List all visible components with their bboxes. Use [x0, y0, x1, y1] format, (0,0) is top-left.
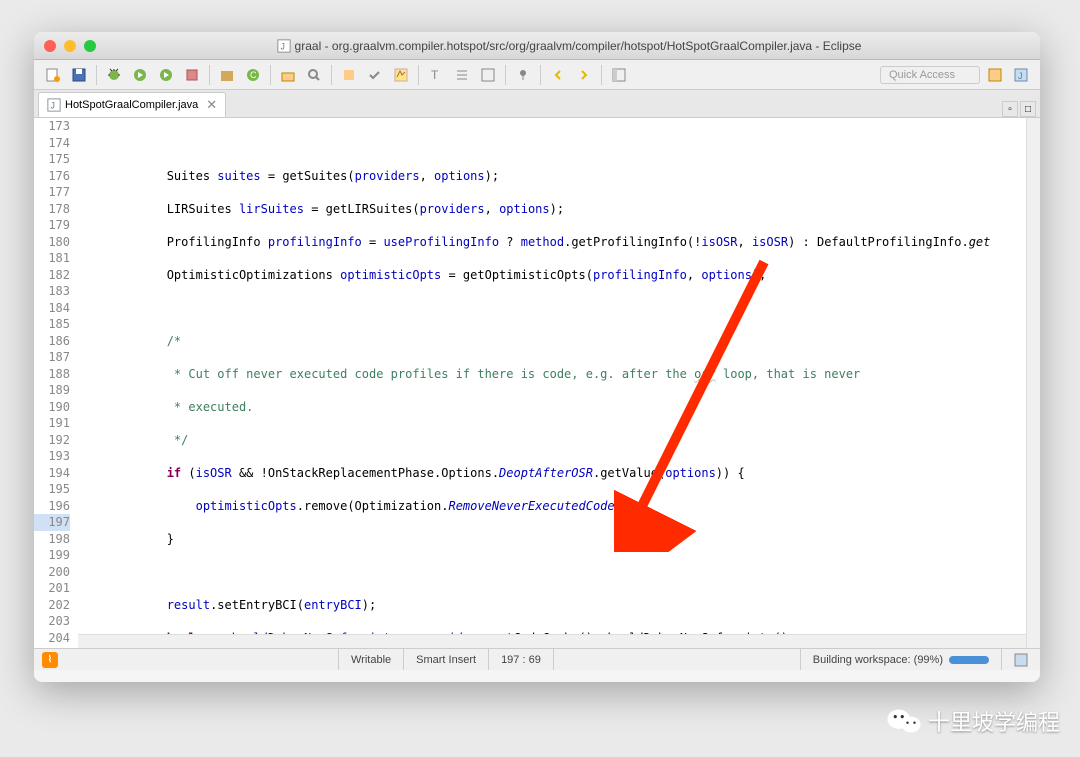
- save-button[interactable]: [68, 64, 90, 86]
- status-icon[interactable]: [1001, 649, 1040, 670]
- annotation-button[interactable]: [364, 64, 386, 86]
- perspective-button[interactable]: [608, 64, 630, 86]
- minimize-window-button[interactable]: [64, 40, 76, 52]
- minimize-view-button[interactable]: ▫: [1002, 101, 1018, 117]
- status-cursor-position: 197 : 69: [488, 649, 553, 670]
- coverage-button[interactable]: [155, 64, 177, 86]
- back-button[interactable]: [547, 64, 569, 86]
- ext-tools-button[interactable]: [181, 64, 203, 86]
- window-title-text: graal - org.graalvm.compiler.hotspot/src…: [295, 39, 862, 53]
- horizontal-scrollbar[interactable]: [78, 634, 1026, 648]
- svg-text:J: J: [280, 41, 284, 51]
- progress-bar: [949, 656, 989, 664]
- pin-button[interactable]: [512, 64, 534, 86]
- toggle-mark-button[interactable]: [338, 64, 360, 86]
- run-button[interactable]: [129, 64, 151, 86]
- window-title: J graal - org.graalvm.compiler.hotspot/s…: [108, 39, 1030, 53]
- maximize-view-button[interactable]: □: [1020, 101, 1036, 117]
- wechat-icon: [886, 707, 922, 735]
- status-insert-mode: Smart Insert: [403, 649, 488, 670]
- svg-text:C: C: [250, 70, 257, 80]
- tab-close-button[interactable]: ✕: [206, 97, 217, 113]
- list-button[interactable]: [451, 64, 473, 86]
- vertical-scrollbar[interactable]: [1026, 118, 1040, 648]
- open-perspective-button[interactable]: [984, 64, 1006, 86]
- traffic-lights: [44, 40, 96, 52]
- outline-button[interactable]: [477, 64, 499, 86]
- watermark-text: 十里坡学编程: [928, 705, 1060, 737]
- line-number-gutter: 1731741751761771781791801811821831841851…: [34, 118, 78, 648]
- text-button[interactable]: T: [425, 64, 447, 86]
- editor-tabs: J HotSpotGraalCompiler.java ✕ ▫ □: [34, 90, 1040, 118]
- editor-tab-active[interactable]: J HotSpotGraalCompiler.java ✕: [38, 92, 226, 117]
- svg-text:J: J: [1018, 71, 1023, 81]
- eclipse-window: J graal - org.graalvm.compiler.hotspot/s…: [34, 32, 1040, 682]
- search-button[interactable]: [303, 64, 325, 86]
- maximize-window-button[interactable]: [84, 40, 96, 52]
- tab-label: HotSpotGraalCompiler.java: [65, 99, 198, 111]
- open-type-button[interactable]: [277, 64, 299, 86]
- code-content[interactable]: Suites suites = getSuites(providers, opt…: [78, 118, 1040, 648]
- new-button[interactable]: [42, 64, 64, 86]
- status-bar: ⌇ Writable Smart Insert 197 : 69 Buildin…: [34, 648, 1040, 670]
- main-toolbar: C T Quick Access J: [34, 60, 1040, 90]
- close-window-button[interactable]: [44, 40, 56, 52]
- java-file-icon: J: [277, 39, 291, 53]
- watermark: 十里坡学编程: [886, 705, 1060, 737]
- quick-access-input[interactable]: Quick Access: [880, 66, 980, 84]
- forward-button[interactable]: [573, 64, 595, 86]
- status-build: Building workspace: (99%): [800, 649, 1001, 670]
- new-package-button[interactable]: [216, 64, 238, 86]
- svg-text:T: T: [431, 68, 439, 82]
- java-file-icon: J: [47, 98, 61, 112]
- debug-button[interactable]: [103, 64, 125, 86]
- highlight-button[interactable]: [390, 64, 412, 86]
- status-writable: Writable: [338, 649, 403, 670]
- svg-text:J: J: [51, 101, 55, 111]
- code-editor[interactable]: 1731741751761771781791801811821831841851…: [34, 118, 1040, 648]
- java-perspective-button[interactable]: J: [1010, 64, 1032, 86]
- titlebar: J graal - org.graalvm.compiler.hotspot/s…: [34, 32, 1040, 60]
- new-class-button[interactable]: C: [242, 64, 264, 86]
- rss-icon[interactable]: ⌇: [42, 652, 58, 668]
